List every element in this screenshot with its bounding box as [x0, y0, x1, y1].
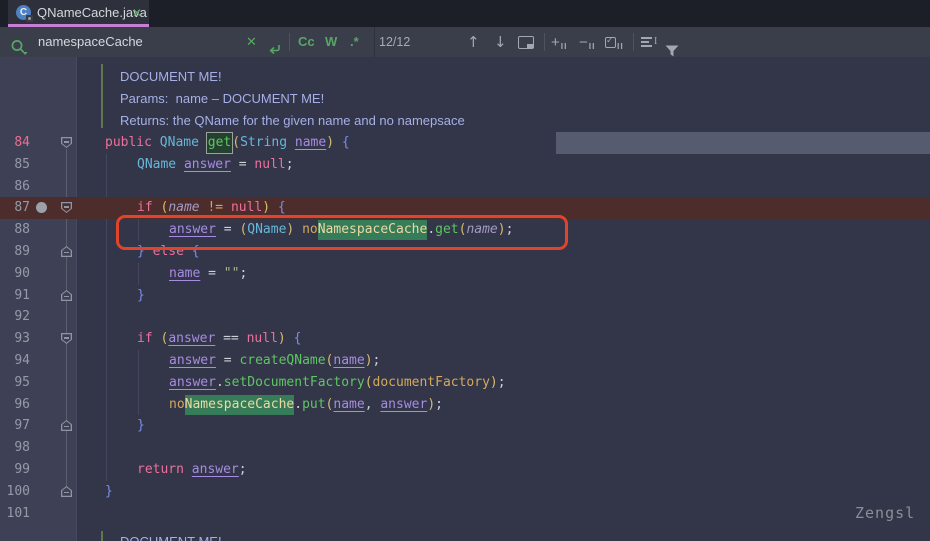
indent-guide	[138, 350, 139, 415]
line-number: 97	[0, 415, 30, 437]
code-line[interactable]: if (answer == null) {	[137, 328, 301, 350]
code-line[interactable]: QName answer = null;	[137, 154, 294, 176]
code-line[interactable]: answer.setDocumentFactory(documentFactor…	[169, 372, 506, 394]
watermark: Zengsl	[855, 504, 915, 522]
editor-area[interactable]: DOCUMENT ME! Params: name – DOCUMENT ME!…	[0, 57, 930, 541]
line-number: 87	[0, 197, 30, 219]
ide-window: C QNameCache.java ✕ namespaceCache ✕ Cc …	[0, 0, 930, 541]
code-line[interactable]: answer = (QName) noNamespaceCache.get(na…	[169, 219, 513, 241]
current-search-match: get	[207, 133, 232, 153]
regex-toggle[interactable]: .*	[350, 27, 359, 57]
line-number: 88	[0, 219, 30, 241]
line-number: 100	[0, 481, 30, 503]
caret-line-highlight	[556, 132, 930, 154]
tab-qnamecache[interactable]: C QNameCache.java ✕	[8, 0, 149, 27]
find-toolbar: namespaceCache ✕ Cc W .* 12/12 ↑ ↓ +II −…	[0, 27, 930, 57]
editor-tab-bar: C QNameCache.java ✕	[0, 0, 930, 27]
doc-comment-line: DOCUMENT ME!	[120, 66, 222, 88]
remove-occurrence-icon[interactable]: −II	[579, 27, 596, 57]
fold-up-icon[interactable]	[61, 290, 72, 301]
search-input[interactable]: namespaceCache	[38, 27, 143, 57]
search-match-highlight: NamespaceCache	[318, 220, 428, 240]
doc-comment-bar	[101, 531, 103, 541]
toolbar-divider	[633, 33, 634, 51]
code-line[interactable]: }	[105, 481, 113, 503]
search-in-selection-icon[interactable]: I	[641, 36, 657, 47]
search-field-edge	[374, 27, 375, 57]
previous-occurrence-icon[interactable]: ↑	[467, 27, 480, 57]
line-number: 98	[0, 437, 30, 459]
line-number: 84	[0, 132, 30, 154]
java-class-icon: C	[16, 5, 31, 20]
class-icon-badge	[26, 15, 33, 22]
match-case-toggle[interactable]: Cc	[298, 27, 315, 57]
code-line[interactable]: noNamespaceCache.put(name, answer);	[169, 394, 443, 416]
doc-comment-line: Params: name – DOCUMENT ME!	[120, 88, 324, 110]
toolbar-divider	[544, 33, 545, 51]
doc-comment-bar	[101, 64, 103, 128]
line-number: 99	[0, 459, 30, 481]
doc-comment-line: Returns: the QName for the given name an…	[120, 110, 465, 132]
match-counter: 12/12	[379, 27, 410, 57]
code-line[interactable]: }	[137, 415, 145, 437]
fold-down-icon[interactable]	[61, 333, 72, 344]
indent-guide	[138, 263, 139, 285]
words-toggle[interactable]: W	[325, 27, 337, 57]
next-occurrence-icon[interactable]: ↓	[494, 27, 507, 57]
tab-title: QNameCache.java	[37, 0, 147, 27]
clear-search-icon[interactable]: ✕	[246, 27, 257, 57]
open-in-find-window-icon[interactable]	[518, 36, 534, 49]
line-number: 91	[0, 285, 30, 307]
line-number: 96	[0, 394, 30, 416]
search-match-highlight: NamespaceCache	[185, 395, 295, 415]
code-line[interactable]: if (name != null) {	[137, 197, 286, 219]
fold-up-icon[interactable]	[61, 246, 72, 257]
fold-down-icon[interactable]	[61, 137, 72, 148]
line-number: 94	[0, 350, 30, 372]
code-line[interactable]: public QName get(String name) {	[105, 132, 350, 154]
line-number: 92	[0, 306, 30, 328]
fold-up-icon[interactable]	[61, 420, 72, 431]
line-number: 93	[0, 328, 30, 350]
doc-comment-line-clipped: DOCUMENT ME!	[120, 531, 222, 541]
line-number: 101	[0, 503, 30, 525]
indent-guide	[138, 219, 139, 241]
code-line[interactable]: answer = createQName(name);	[169, 350, 380, 372]
code-line[interactable]: name = "";	[169, 263, 247, 285]
tab-close-icon[interactable]: ✕	[132, 0, 142, 27]
line-number: 86	[0, 176, 30, 198]
fold-down-icon[interactable]	[61, 202, 72, 213]
line-number: 89	[0, 241, 30, 263]
add-occurrence-icon[interactable]: +II	[551, 27, 568, 57]
code-line[interactable]: }	[137, 285, 145, 307]
line-number: 95	[0, 372, 30, 394]
code-line[interactable]: } else {	[137, 241, 200, 263]
breakpoint-dot[interactable]	[36, 202, 47, 213]
code-line[interactable]: return answer;	[137, 459, 247, 481]
line-number: 90	[0, 263, 30, 285]
line-number: 85	[0, 154, 30, 176]
select-all-occurrences-icon[interactable]: II	[605, 27, 624, 57]
fold-up-icon[interactable]	[61, 486, 72, 497]
toolbar-divider	[289, 33, 290, 51]
